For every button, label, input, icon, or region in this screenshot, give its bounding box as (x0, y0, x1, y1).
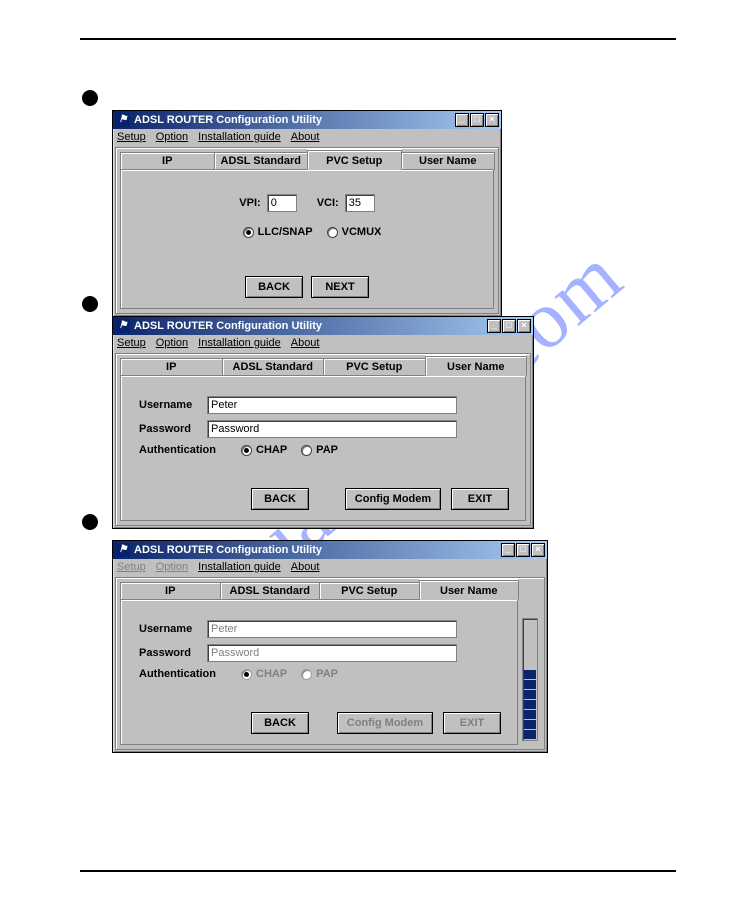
maximize-button[interactable]: □ (470, 113, 484, 127)
username-label: Username (131, 623, 207, 635)
tab-ip[interactable]: IP (120, 152, 215, 170)
exit-button: EXIT (443, 712, 501, 734)
menu-guide[interactable]: Installation guide (198, 561, 281, 573)
radio-llcsnap[interactable]: LLC/SNAP (243, 226, 313, 238)
close-button[interactable]: × (531, 543, 545, 557)
top-rule (80, 38, 676, 40)
auth-label: Authentication (131, 668, 231, 680)
bullet-2 (82, 296, 98, 312)
config-modem-button: Config Modem (337, 712, 433, 734)
back-button[interactable]: BACK (245, 276, 303, 298)
panel-user: Username Password Authentication CHAP PA… (120, 376, 526, 521)
tab-adsl[interactable]: ADSL Standard (222, 358, 325, 376)
tab-pvc[interactable]: PVC Setup (307, 150, 402, 170)
radio-chap: CHAP (241, 668, 287, 680)
radio-pap: PAP (301, 668, 338, 680)
progress-meter (522, 618, 538, 741)
tab-pvc[interactable]: PVC Setup (323, 358, 426, 376)
maximize-button[interactable]: □ (516, 543, 530, 557)
menu-bar: Setup Option Installation guide About (113, 559, 547, 575)
tab-adsl[interactable]: ADSL Standard (220, 582, 321, 600)
menu-option[interactable]: Option (156, 337, 188, 349)
tab-pvc[interactable]: PVC Setup (319, 582, 420, 600)
menu-option: Option (156, 561, 188, 573)
exit-button[interactable]: EXIT (451, 488, 509, 510)
vci-label: VCI: (317, 197, 339, 209)
menu-bar: Setup Option Installation guide About (113, 129, 501, 145)
password-input[interactable] (207, 420, 457, 438)
titlebar[interactable]: ⚑ ADSL ROUTER Configuration Utility _ □ … (113, 317, 533, 335)
titlebar[interactable]: ⚑ ADSL ROUTER Configuration Utility _ □ … (113, 541, 547, 559)
menu-setup[interactable]: Setup (117, 337, 146, 349)
menu-guide[interactable]: Installation guide (198, 337, 281, 349)
menu-bar: Setup Option Installation guide About (113, 335, 533, 351)
password-label: Password (131, 647, 207, 659)
app-icon: ⚑ (116, 543, 130, 557)
auth-label: Authentication (131, 444, 231, 456)
radio-chap[interactable]: CHAP (241, 444, 287, 456)
password-label: Password (131, 423, 207, 435)
tab-ip[interactable]: IP (120, 358, 223, 376)
menu-option[interactable]: Option (156, 131, 188, 143)
tab-ip[interactable]: IP (120, 582, 221, 600)
menu-guide[interactable]: Installation guide (198, 131, 281, 143)
vci-input[interactable] (345, 194, 375, 212)
window-title: ADSL ROUTER Configuration Utility (134, 544, 322, 556)
tab-user[interactable]: User Name (419, 580, 520, 600)
tab-strip: IP ADSL Standard PVC Setup User Name (120, 358, 526, 376)
username-input[interactable] (207, 396, 457, 414)
back-button[interactable]: BACK (251, 488, 309, 510)
back-button[interactable]: BACK (251, 712, 309, 734)
window-user-name: ⚑ ADSL ROUTER Configuration Utility _ □ … (112, 316, 534, 529)
menu-setup: Setup (117, 561, 146, 573)
window-title: ADSL ROUTER Configuration Utility (134, 320, 322, 332)
config-modem-button[interactable]: Config Modem (345, 488, 441, 510)
tab-user[interactable]: User Name (425, 356, 528, 376)
menu-about[interactable]: About (291, 337, 320, 349)
app-icon: ⚑ (116, 113, 130, 127)
close-button[interactable]: × (485, 113, 499, 127)
menu-about[interactable]: About (291, 561, 320, 573)
vpi-input[interactable] (267, 194, 297, 212)
tab-user[interactable]: User Name (401, 152, 496, 170)
password-input (207, 644, 457, 662)
minimize-button[interactable]: _ (455, 113, 469, 127)
minimize-button[interactable]: _ (487, 319, 501, 333)
username-label: Username (131, 399, 207, 411)
window-config-progress: ⚑ ADSL ROUTER Configuration Utility _ □ … (112, 540, 548, 753)
vpi-label: VPI: (239, 197, 260, 209)
menu-about[interactable]: About (291, 131, 320, 143)
tab-strip: IP ADSL Standard PVC Setup User Name (120, 582, 518, 600)
window-title: ADSL ROUTER Configuration Utility (134, 114, 322, 126)
app-icon: ⚑ (116, 319, 130, 333)
tab-adsl[interactable]: ADSL Standard (214, 152, 309, 170)
next-button[interactable]: NEXT (311, 276, 369, 298)
minimize-button[interactable]: _ (501, 543, 515, 557)
panel-pvc: VPI: VCI: LLC/SNAP VCMUX BACK NEXT (120, 170, 494, 309)
bullet-1 (82, 90, 98, 106)
bullet-3 (82, 514, 98, 530)
menu-setup[interactable]: Setup (117, 131, 146, 143)
titlebar[interactable]: ⚑ ADSL ROUTER Configuration Utility _ □ … (113, 111, 501, 129)
radio-vcmux[interactable]: VCMUX (327, 226, 382, 238)
window-pvc-setup: ⚑ ADSL ROUTER Configuration Utility _ □ … (112, 110, 502, 317)
tab-strip: IP ADSL Standard PVC Setup User Name (120, 152, 494, 170)
username-input (207, 620, 457, 638)
panel-user-disabled: Username Password Authentication CHAP PA… (120, 600, 518, 745)
close-button[interactable]: × (517, 319, 531, 333)
bottom-rule (80, 870, 676, 872)
maximize-button[interactable]: □ (502, 319, 516, 333)
radio-pap[interactable]: PAP (301, 444, 338, 456)
